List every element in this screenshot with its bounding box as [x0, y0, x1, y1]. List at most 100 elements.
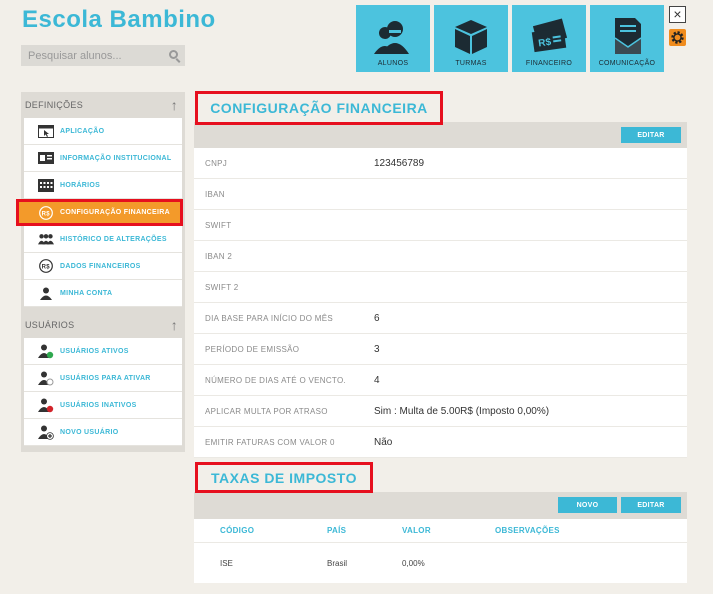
taxes-table-header: CÓDIGO PAÍS VALOR OBSERVAÇÕES [194, 519, 687, 543]
box-icon [455, 20, 487, 54]
finance-row: PERÍODO DE EMISSÃO 3 [194, 334, 687, 365]
money-icon: R$ [531, 18, 568, 53]
field-label: EMITIR FATURAS COM VALOR 0 [205, 437, 335, 447]
calendar-icon [38, 178, 54, 192]
cell-pais: Brasil [327, 558, 348, 568]
cursor-window-icon [38, 124, 54, 138]
taxes-new-button[interactable]: NOVO [558, 497, 617, 513]
finance-section-title: CONFIGURAÇÃO FINANCEIRA [195, 91, 443, 125]
search-icon[interactable] [169, 50, 178, 59]
field-value: Não [374, 436, 393, 448]
sidebar-item-dados-financeiros[interactable]: R$ DADOS FINANCEIROS [24, 253, 182, 280]
nav-turmas-label: TURMAS [455, 60, 487, 67]
field-value: 6 [374, 312, 380, 324]
user-active-icon [38, 344, 54, 358]
finance-row: APLICAR MULTA POR ATRASO Sim : Multa de 5… [194, 396, 687, 427]
sidebar-item-label: USUÁRIOS ATIVOS [60, 347, 129, 355]
students-icon [374, 21, 409, 54]
field-label: CNPJ [205, 158, 228, 168]
nav-financeiro-label: FINANCEIRO [525, 60, 573, 67]
field-value: 123456789 [374, 157, 425, 169]
group-icon [38, 232, 54, 246]
field-value: 3 [374, 343, 380, 355]
arrow-up-icon[interactable]: ↑ [171, 317, 178, 333]
user-inactive-icon [38, 398, 54, 412]
app-title: Escola Bambino [22, 6, 216, 33]
finance-row: DIA BASE PARA INÍCIO DO MÊS 6 [194, 303, 687, 334]
column-header-valor: VALOR [402, 526, 431, 535]
currency-icon: R$ [38, 259, 54, 273]
sidebar-item-label: USUÁRIOS INATIVOS [60, 401, 137, 409]
finance-row: EMITIR FATURAS COM VALOR 0 Não [194, 427, 687, 458]
search-input[interactable] [21, 45, 161, 66]
user-icon [38, 286, 54, 300]
field-value: 4 [374, 374, 380, 386]
sidebar-item-label: USUÁRIOS PARA ATIVAR [60, 374, 151, 382]
sidebar-item-usuarios-inativos[interactable]: USUÁRIOS INATIVOS [24, 392, 182, 419]
nav-financeiro-button[interactable]: R$ FINANCEIRO [512, 5, 586, 72]
sidebar-section-title: USUÁRIOS [25, 320, 75, 330]
search-box[interactable] [21, 45, 185, 66]
sidebar: DEFINIÇÕES ↑ APLICAÇÃO INFORMAÇÃO INSTIT… [16, 92, 185, 452]
nav-alunos-button[interactable]: ALUNOS [356, 5, 430, 72]
column-header-codigo: CÓDIGO [220, 526, 255, 535]
user-pending-icon [38, 371, 54, 385]
sidebar-item-configuracao-financeira[interactable]: R$ CONFIGURAÇÃO FINANCEIRA [16, 199, 183, 226]
sidebar-item-usuarios-para-ativar[interactable]: USUÁRIOS PARA ATIVAR [24, 365, 182, 392]
taxes-toolbar: NOVO EDITAR [194, 492, 687, 519]
taxes-section-title: TAXAS DE IMPOSTO [195, 462, 373, 493]
sidebar-item-aplicacao[interactable]: APLICAÇÃO [24, 118, 182, 145]
field-label: IBAN [205, 189, 225, 199]
sidebar-item-minha-conta[interactable]: MINHA CONTA [24, 280, 182, 307]
sidebar-menu-definicoes: APLICAÇÃO INFORMAÇÃO INSTITUCIONAL HORÁR… [16, 118, 183, 307]
sidebar-item-label: HISTÓRICO DE ALTERAÇÕES [60, 235, 167, 243]
field-label: NÚMERO DE DIAS ATÉ O VENCTO. [205, 375, 347, 385]
cell-codigo: ISE [220, 558, 233, 568]
sidebar-item-label: APLICAÇÃO [60, 127, 105, 135]
finance-toolbar: EDITAR [194, 122, 687, 148]
document-mail-icon [614, 18, 642, 54]
nav-alunos-label: ALUNOS [377, 60, 409, 67]
field-label: PERÍODO DE EMISSÃO [205, 344, 300, 354]
field-label: SWIFT [205, 220, 232, 230]
sidebar-item-label: NOVO USUÁRIO [60, 428, 119, 436]
nav-comunicacao-button[interactable]: COMUNICAÇÃO [590, 5, 664, 72]
taxes-edit-button[interactable]: EDITAR [621, 497, 681, 513]
cell-valor: 0,00% [402, 558, 425, 568]
currency-icon: R$ [38, 205, 54, 220]
arrow-up-icon[interactable]: ↑ [171, 97, 178, 113]
sidebar-item-novo-usuario[interactable]: NOVO USUÁRIO [24, 419, 182, 446]
field-label: DIA BASE PARA INÍCIO DO MÊS [205, 313, 333, 323]
id-card-icon [38, 151, 54, 165]
svg-text:R$: R$ [538, 37, 553, 50]
field-label: APLICAR MULTA POR ATRASO [205, 406, 328, 416]
nav-turmas-button[interactable]: TURMAS [434, 5, 508, 72]
svg-text:R$: R$ [42, 264, 51, 270]
finance-row: NÚMERO DE DIAS ATÉ O VENCTO. 4 [194, 365, 687, 396]
sidebar-item-label: HORÁRIOS [60, 181, 101, 189]
sidebar-section-title: DEFINIÇÕES [25, 100, 84, 110]
settings-button[interactable] [669, 29, 686, 46]
sidebar-item-informacao-institucional[interactable]: INFORMAÇÃO INSTITUCIONAL [24, 145, 182, 172]
sidebar-item-label: CONFIGURAÇÃO FINANCEIRA [60, 209, 170, 216]
table-row[interactable]: ISE Brasil 0,00% [194, 543, 687, 583]
top-navigation: ALUNOS TURMAS R$ FINANCEIRO COMUNICAÇÃO [356, 5, 664, 72]
finance-edit-button[interactable]: EDITAR [621, 127, 681, 143]
sidebar-item-usuarios-ativos[interactable]: USUÁRIOS ATIVOS [24, 338, 182, 365]
sidebar-item-horarios[interactable]: HORÁRIOS [24, 172, 182, 199]
user-add-icon [38, 425, 54, 440]
gear-icon [671, 31, 684, 44]
sidebar-section-definicoes[interactable]: DEFINIÇÕES ↑ [21, 92, 185, 118]
finance-table: CNPJ 123456789 IBAN SWIFT IBAN 2 SWIFT 2 … [194, 148, 687, 458]
field-label: IBAN 2 [205, 251, 233, 261]
nav-comunicacao-label: COMUNICAÇÃO [598, 60, 656, 67]
sidebar-item-historico[interactable]: HISTÓRICO DE ALTERAÇÕES [24, 226, 182, 253]
field-value: Sim : Multa de 5.00R$ (Imposto 0,00%) [374, 405, 550, 417]
field-label: SWIFT 2 [205, 282, 239, 292]
close-button[interactable]: × [669, 6, 686, 23]
sidebar-section-usuarios[interactable]: USUÁRIOS ↑ [21, 312, 185, 338]
column-header-pais: PAÍS [327, 526, 347, 535]
sidebar-menu-usuarios: USUÁRIOS ATIVOS USUÁRIOS PARA ATIVAR USU… [24, 338, 182, 446]
sidebar-item-label: DADOS FINANCEIROS [60, 262, 141, 270]
sidebar-item-label: MINHA CONTA [60, 289, 113, 297]
